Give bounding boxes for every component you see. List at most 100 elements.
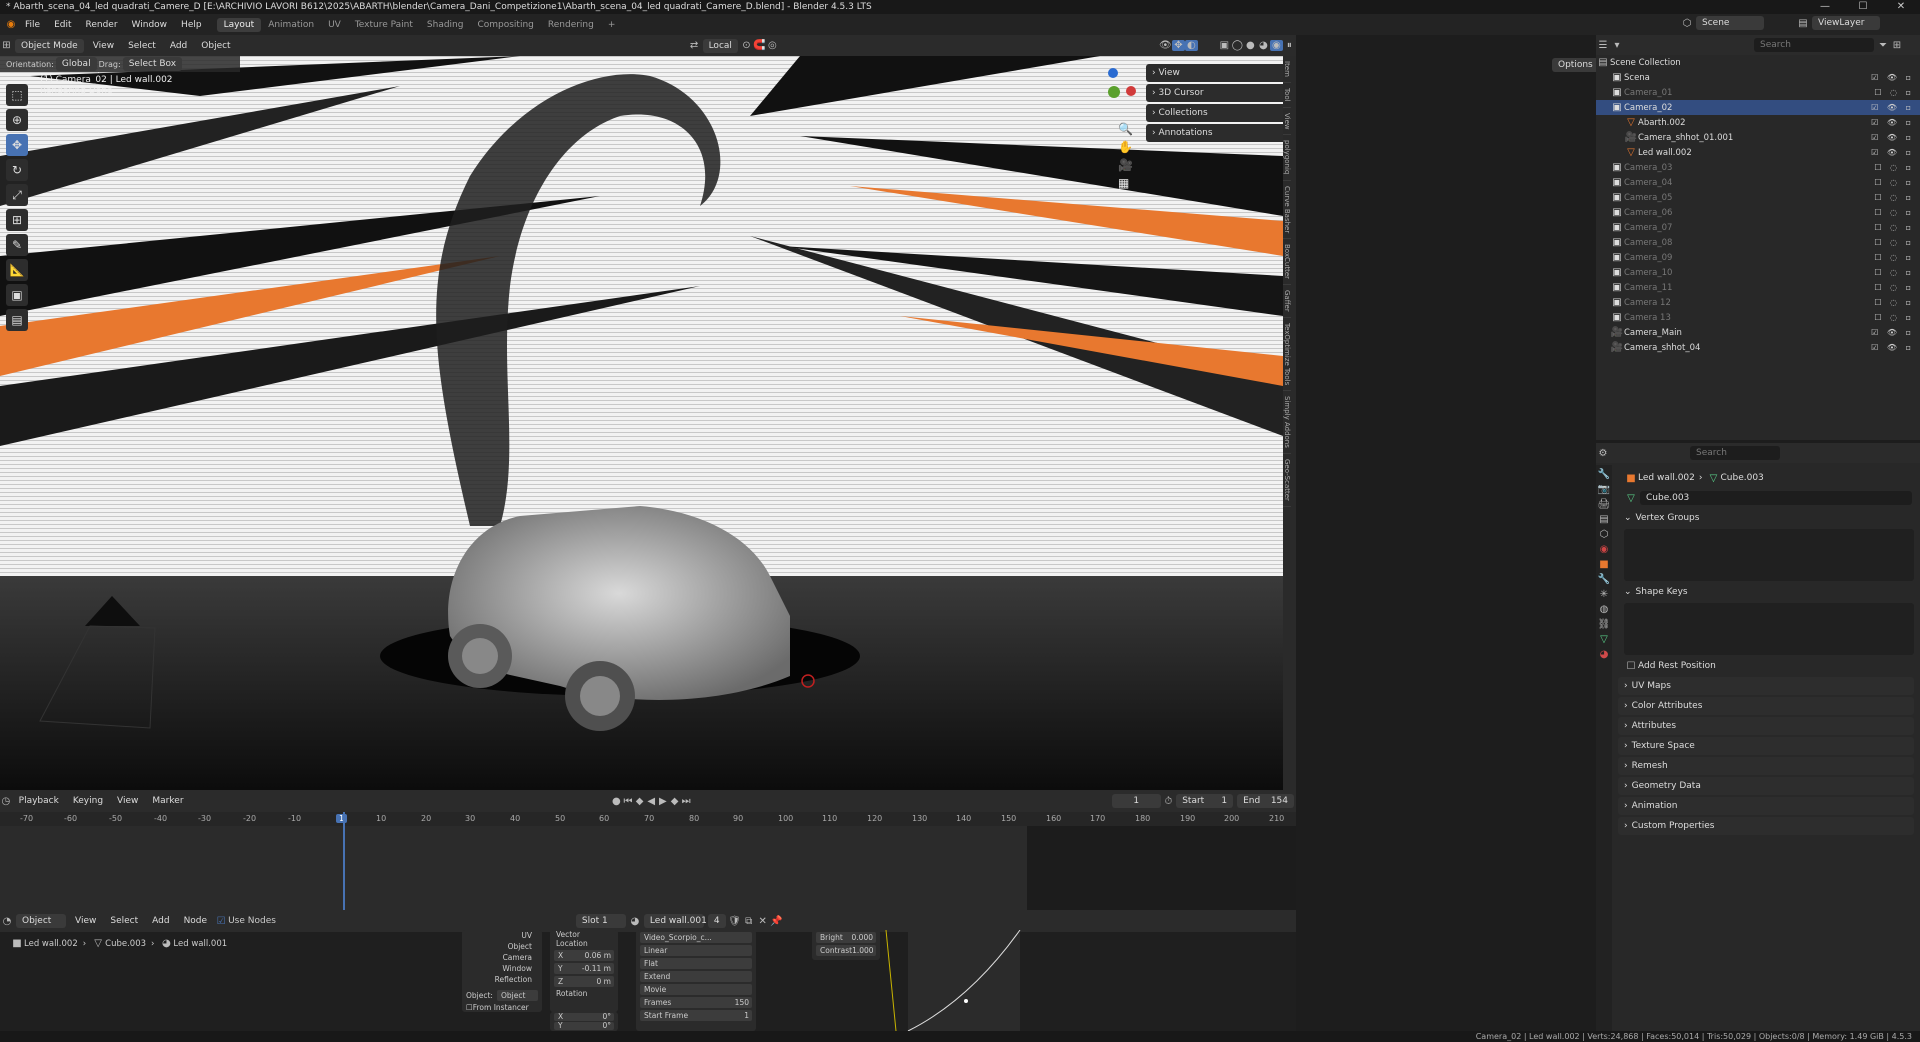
mesh-name-field[interactable]: Cube.003 [1640, 491, 1912, 505]
shading-material-icon[interactable]: ◕ [1257, 40, 1270, 51]
properties-section-remesh[interactable]: › Remesh [1618, 757, 1914, 775]
pause-render-icon[interactable]: ⏸ [1283, 40, 1296, 51]
add-cube-icon[interactable]: ▣ [6, 284, 28, 306]
unlink-icon[interactable]: ✕ [756, 916, 770, 927]
tab-boxcutter[interactable]: BoxCutter [1283, 239, 1291, 285]
object-tab-icon[interactable]: ■ [1597, 559, 1611, 570]
shader-type-selector[interactable]: Object [16, 914, 66, 928]
slot-selector[interactable]: Slot 1 [575, 914, 626, 928]
scene-tab-icon[interactable]: ⬡ [1597, 529, 1611, 540]
record-icon[interactable]: ● [611, 796, 623, 807]
filter-icon[interactable]: ⏷ [1876, 40, 1890, 51]
end-frame-field[interactable]: End 154 [1237, 794, 1294, 808]
shape-keys-list[interactable] [1624, 603, 1914, 655]
tab-curve-basher[interactable]: Curve Basher [1283, 181, 1291, 239]
extension-selector[interactable]: Extend [640, 971, 752, 982]
viewport-menu-view[interactable]: View [86, 41, 121, 51]
fake-user-icon[interactable]: 🛡 [728, 916, 742, 927]
visibility-toggle-icon[interactable]: ☑ 👁 ▫ [1871, 148, 1914, 157]
rgb-curve-node[interactable] [880, 930, 1030, 1031]
extra-tool-icon[interactable]: ▤ [6, 309, 28, 331]
from-instancer-checkbox[interactable]: ☐ From Instancer [462, 1003, 542, 1012]
outliner-row[interactable]: ▣ Camera_03 ☐ ◌ ▫ [1596, 160, 1920, 175]
tab-animation[interactable]: Animation [261, 18, 321, 32]
pin-icon[interactable]: 📌 [770, 916, 784, 927]
expand-chevron-icon[interactable]: › [1624, 741, 1628, 751]
properties-section-uv-maps[interactable]: › UV Maps [1618, 677, 1914, 695]
outliner-row[interactable]: ▣ Camera_02 ☑ 👁 ▫ [1596, 100, 1920, 115]
tab-texture-paint[interactable]: Texture Paint [348, 18, 420, 32]
current-frame-field[interactable]: 1 [1112, 794, 1161, 808]
rotation-y-field[interactable]: Y 0° [554, 1022, 614, 1030]
output-tab-icon[interactable]: 🖨 [1597, 499, 1611, 510]
visibility-toggle-icon[interactable]: ☐ ◌ ▫ [1874, 88, 1914, 97]
node-menu-node[interactable]: Node [177, 916, 215, 926]
expand-chevron-icon[interactable]: › [1624, 761, 1628, 771]
outliner-row[interactable]: ▣ Camera_01 ☐ ◌ ▫ [1596, 85, 1920, 100]
prev-key-icon[interactable]: ◆ [634, 796, 646, 807]
texture-coordinate-node[interactable]: UV Object Camera Window Reflection Object: Ob… [462, 930, 542, 1012]
vertex-groups-list[interactable] [1624, 529, 1914, 581]
image-name-field[interactable]: Video_Scorpio_c... [640, 932, 752, 943]
viewport-menu-select[interactable]: Select [121, 41, 163, 51]
move-icon[interactable]: ✥ [6, 134, 28, 156]
source-selector[interactable]: Movie [640, 984, 752, 995]
gizmo-icon[interactable]: ✥ [1171, 40, 1185, 51]
use-nodes-checkbox-icon[interactable]: ☑ [214, 916, 228, 927]
pan-hand-icon[interactable]: ✋ [1118, 138, 1133, 156]
menu-render[interactable]: Render [79, 20, 125, 30]
visibility-toggle-icon[interactable]: ☐ ◌ ▫ [1874, 298, 1914, 307]
zoom-icon[interactable]: 🔍 [1118, 120, 1133, 138]
proportional-edit-icon[interactable]: ◎ [766, 40, 779, 51]
outliner-row[interactable]: 🎥 Camera_shhot_01.001 ☑ 👁 ▫ [1596, 130, 1920, 145]
viewport-menu-object[interactable]: Object [194, 41, 237, 51]
measure-icon[interactable]: 📐 [6, 259, 28, 281]
outliner-row[interactable]: ▽ Led wall.002 ☑ 👁 ▫ [1596, 145, 1920, 160]
shading-solid-icon[interactable]: ● [1244, 40, 1257, 51]
outliner-row[interactable]: 🎥 Camera_shhot_04 ☑ 👁 ▫ [1596, 340, 1920, 355]
projection-selector[interactable]: Flat [640, 958, 752, 969]
tab-uv[interactable]: UV [321, 18, 348, 32]
tab-texoptimize[interactable]: TexOptimize Tools [1283, 318, 1291, 391]
render-tab-icon[interactable]: 📷 [1597, 484, 1611, 495]
transform-space-selector[interactable]: Local [702, 38, 738, 53]
3d-viewport[interactable]: Camera Perspective (1) Camera_02 | Led w… [0, 56, 1283, 790]
visibility-toggle-icon[interactable]: ☐ ◌ ▫ [1874, 313, 1914, 322]
add-rest-position-row[interactable]: ☐ Add Rest Position [1618, 657, 1914, 675]
particles-tab-icon[interactable]: ✳ [1597, 589, 1611, 600]
timeline-track[interactable] [0, 826, 1296, 910]
blender-logo-icon[interactable]: ◉ [4, 19, 18, 30]
new-collection-icon[interactable]: ⊞ [1890, 40, 1904, 51]
outliner-row[interactable]: ▣ Camera_10 ☐ ◌ ▫ [1596, 265, 1920, 280]
modifier-tab-icon[interactable]: 🔧 [1597, 574, 1611, 585]
menu-window[interactable]: Window [125, 20, 175, 30]
properties-section-custom-properties[interactable]: › Custom Properties [1618, 817, 1914, 835]
axis-x-icon[interactable] [1126, 86, 1136, 96]
orientation-selector[interactable]: Global [55, 57, 97, 71]
tab-rendering[interactable]: Rendering [541, 18, 601, 32]
viewport-menu-add[interactable]: Add [163, 41, 194, 51]
rotation-x-field[interactable]: X 0° [554, 1013, 614, 1021]
play-icon[interactable]: ▶ [657, 796, 669, 807]
node-editor-icon[interactable]: ◔ [0, 916, 14, 927]
constraints-tab-icon[interactable]: ⛓ [1597, 619, 1611, 630]
maximize-button[interactable]: ☐ [1844, 0, 1882, 14]
menu-edit[interactable]: Edit [47, 20, 78, 30]
ortho-grid-icon[interactable]: ▦ [1118, 174, 1133, 192]
timeline-menu-marker[interactable]: Marker [145, 796, 190, 806]
outliner-row[interactable]: ▣ Camera_11 ☐ ◌ ▫ [1596, 280, 1920, 295]
expand-chevron-icon[interactable]: › [1624, 681, 1628, 691]
interpolation-selector[interactable]: Linear [640, 945, 752, 956]
npanel-view[interactable]: › View [1146, 64, 1283, 82]
visibility-toggle-icon[interactable]: ☑ 👁 ▫ [1871, 103, 1914, 112]
scene-collection-row[interactable]: ▤ Scene Collection [1596, 55, 1920, 70]
properties-section-attributes[interactable]: › Attributes [1618, 717, 1914, 735]
outliner-row[interactable]: 🎥 Camera_Main ☑ 👁 ▫ [1596, 325, 1920, 340]
material-name-field[interactable]: Led wall.001 [643, 914, 707, 928]
node-menu-view[interactable]: View [68, 916, 103, 926]
visibility-toggle-icon[interactable]: ☐ ◌ ▫ [1874, 163, 1914, 172]
tab-gaffer[interactable]: Gaffer [1283, 285, 1291, 318]
stopwatch-icon[interactable]: ⏱ [1163, 796, 1175, 807]
visibility-toggle-icon[interactable]: ☐ ◌ ▫ [1874, 223, 1914, 232]
npanel-3d-cursor[interactable]: › 3D Cursor [1146, 84, 1283, 102]
